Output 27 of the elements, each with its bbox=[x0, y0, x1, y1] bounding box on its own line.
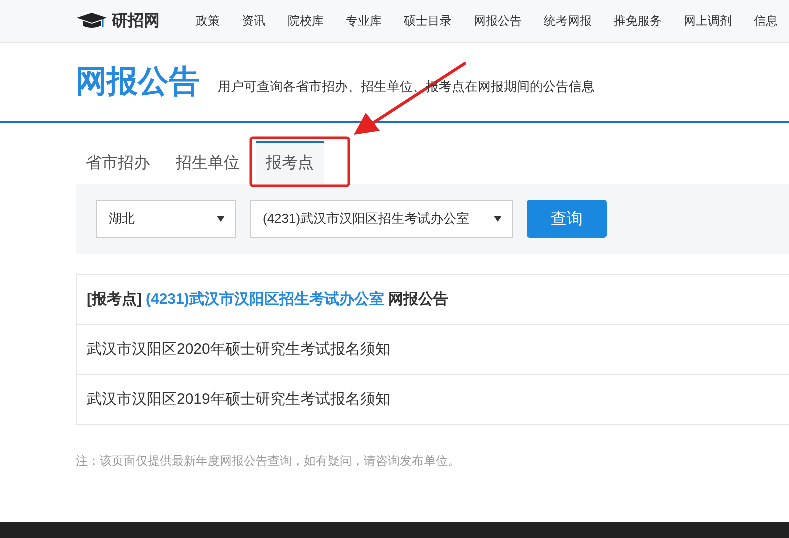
nav-link[interactable]: 专业库 bbox=[335, 12, 393, 30]
graduation-cap-icon bbox=[76, 12, 108, 30]
nav-link[interactable]: 院校库 bbox=[277, 12, 335, 30]
announcement-link[interactable]: 武汉市汉阳区2019年硕士研究生考试报名须知 bbox=[87, 390, 390, 409]
province-dropdown[interactable]: 湖北 bbox=[96, 200, 236, 238]
nav-link[interactable]: 网报公告 bbox=[463, 12, 533, 30]
nav-link[interactable]: 信息 bbox=[743, 12, 789, 30]
caret-icon bbox=[217, 216, 225, 222]
query-button[interactable]: 查询 bbox=[527, 200, 607, 238]
tab[interactable]: 省市招办 bbox=[76, 141, 160, 184]
page-title: 网报公告 bbox=[76, 63, 200, 101]
nav-link[interactable]: 推免服务 bbox=[603, 12, 673, 30]
announcement-link[interactable]: 武汉市汉阳区2020年硕士研究生考试报名须知 bbox=[87, 340, 390, 359]
heading-label: [报考点] bbox=[87, 290, 142, 309]
tab[interactable]: 招生单位 bbox=[166, 141, 250, 184]
exam-site-dropdown[interactable]: (4231)武汉市汉阳区招生考试办公室 bbox=[250, 200, 513, 238]
site-logo-text[interactable]: 研招网 bbox=[112, 10, 160, 32]
exam-site-link[interactable]: (4231)武汉市汉阳区招生考试办公室 bbox=[146, 290, 384, 309]
caret-icon bbox=[494, 216, 502, 222]
nav-link[interactable]: 统考网报 bbox=[533, 12, 603, 30]
note-text: 注：该页面仅提供最新年度网报公告查询，如有疑问，请咨询发布单位。 bbox=[76, 453, 461, 470]
nav-link[interactable]: 硕士目录 bbox=[393, 12, 463, 30]
nav-link[interactable]: 政策 bbox=[185, 12, 231, 30]
tab[interactable]: 报考点 bbox=[256, 141, 324, 184]
nav-link[interactable]: 网上调剂 bbox=[673, 12, 743, 30]
heading-label: 网报公告 bbox=[388, 290, 448, 309]
nav-link[interactable]: 资讯 bbox=[231, 12, 277, 30]
